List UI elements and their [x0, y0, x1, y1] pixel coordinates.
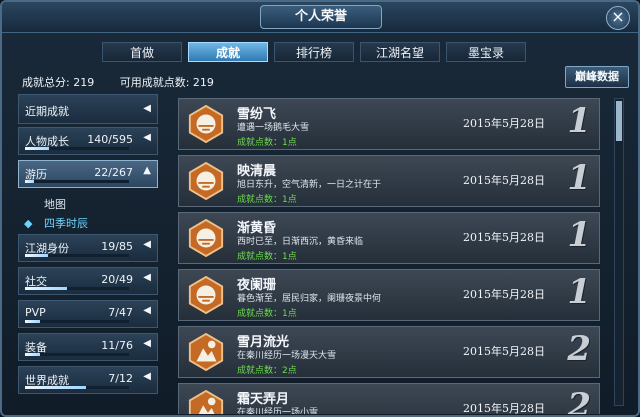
sidebar-item-recent[interactable]: 近期成就 ◀ — [18, 94, 158, 124]
honor-window: 个人荣誉 × 首做 成就 排行榜 江湖名望 墨宝录 成就总分: 219 可用成就… — [0, 0, 640, 417]
tier-number: 1 — [567, 272, 591, 312]
sidebar-item-pvp[interactable]: PVP 7/47 ◀ — [18, 300, 158, 328]
expand-arrow-icon: ◀ — [143, 371, 151, 382]
sidebar-item-count: 140/595 — [87, 133, 133, 146]
sidebar-item-count: 7/12 — [108, 372, 133, 385]
tier-number: 1 — [567, 215, 591, 255]
subcategory-seasons[interactable]: ◆ 四季时辰 — [24, 215, 88, 231]
tier-number: 1 — [567, 158, 591, 198]
achievement-desc: 在秦川经历一场漫天大雪 — [237, 351, 337, 361]
sidebar-item-count: 19/85 — [101, 240, 133, 253]
tab-calligraphy-record[interactable]: 墨宝录 — [446, 42, 526, 62]
tab-bar: 首做 成就 排行榜 江湖名望 墨宝录 — [102, 42, 526, 62]
achievement-date: 2015年5月28日 — [463, 402, 545, 414]
progress-bar — [25, 386, 129, 389]
achievement-card[interactable]: 夜阑珊 暮色渐至，居民归家，阑珊夜景中何 成就点数：1点 2015年5月28日 … — [178, 269, 600, 321]
sidebar-item-count: 20/49 — [101, 273, 133, 286]
available-points: 可用成就点数: 219 — [119, 76, 214, 89]
sunrise-weather-icon — [188, 162, 224, 200]
night-weather-icon — [188, 276, 224, 314]
tab-achievements[interactable]: 成就 — [188, 42, 268, 62]
total-score: 成就总分: 219 — [22, 76, 95, 89]
expand-arrow-icon: ◀ — [143, 103, 151, 114]
expand-arrow-icon: ◀ — [143, 239, 151, 250]
achievement-desc: 旭日东升，空气清新，一日之计在于 — [237, 180, 382, 190]
frost-moon-icon — [188, 390, 224, 414]
sidebar-item-equipment[interactable]: 装备 11/76 ◀ — [18, 333, 158, 361]
achievement-card[interactable]: 霜天弄月 在秦川经历一场小雪 2015年5月28日 2 — [178, 383, 600, 414]
sidebar-item-travel[interactable]: 游历 22/267 ▲ — [18, 160, 158, 188]
achievement-desc: 遭遇一场鹅毛大雪 — [237, 123, 310, 133]
list-scrollbar[interactable] — [614, 98, 624, 406]
peak-data-button[interactable]: 巅峰数据 — [565, 66, 629, 88]
achievement-desc: 在秦川经历一场小雪 — [237, 408, 319, 414]
tab-leaderboard[interactable]: 排行榜 — [274, 42, 354, 62]
subcategory-label: 四季时辰 — [43, 217, 88, 230]
achievement-date: 2015年5月28日 — [463, 117, 545, 130]
sidebar-item-social[interactable]: 社交 20/49 ◀ — [18, 267, 158, 295]
category-sidebar: 近期成就 ◀ 人物成长 140/595 ◀ 游历 22/267 ▲ 地图 ◆ 四… — [18, 94, 158, 410]
achievement-card[interactable]: 渐黄昏 西时已至，日渐西沉，黄昏来临 成就点数：1点 2015年5月28日 1 — [178, 212, 600, 264]
diamond-marker-icon: ◆ — [24, 217, 33, 230]
progress-bar — [25, 254, 129, 257]
achievement-desc: 暮色渐至，居民归家，阑珊夜景中何 — [237, 294, 382, 304]
snow-weather-icon — [188, 105, 224, 143]
achievement-date: 2015年5月28日 — [463, 174, 545, 187]
dusk-weather-icon — [188, 219, 224, 257]
sidebar-item-label: 近期成就 — [25, 105, 69, 118]
sidebar-item-world[interactable]: 世界成就 7/12 ◀ — [18, 366, 158, 394]
sidebar-item-growth[interactable]: 人物成长 140/595 ◀ — [18, 127, 158, 155]
title-bar[interactable]: 个人荣誉 × — [2, 2, 638, 33]
sidebar-item-identity[interactable]: 江湖身份 19/85 ◀ — [18, 234, 158, 262]
achievement-date: 2015年5月28日 — [463, 288, 545, 301]
achievement-points: 成就点数：2点 — [237, 366, 297, 376]
achievement-card[interactable]: 雪纷飞 遭遇一场鹅毛大雪 成就点数：1点 2015年5月28日 1 — [178, 98, 600, 150]
achievement-date: 2015年5月28日 — [463, 231, 545, 244]
tab-first-done[interactable]: 首做 — [102, 42, 182, 62]
achievement-totals: 成就总分: 219 可用成就点数: 219 — [22, 74, 236, 90]
achievement-card[interactable]: 映清晨 旭日东升，空气清新，一日之计在于 成就点数：1点 2015年5月28日 … — [178, 155, 600, 207]
expand-arrow-icon: ◀ — [143, 132, 151, 143]
expand-arrow-icon: ◀ — [143, 272, 151, 283]
sidebar-item-label: PVP — [25, 306, 46, 319]
expand-arrow-icon: ◀ — [143, 305, 151, 316]
achievement-card[interactable]: 雪月流光 在秦川经历一场漫天大雪 成就点数：2点 2015年5月28日 2 — [178, 326, 600, 378]
achievement-points: 成就点数：1点 — [237, 195, 297, 205]
progress-bar — [25, 353, 129, 356]
sidebar-item-count: 7/47 — [108, 306, 133, 319]
achievement-points: 成就点数：1点 — [237, 252, 297, 262]
sidebar-item-count: 22/267 — [94, 166, 133, 179]
progress-bar — [25, 147, 129, 150]
achievement-desc: 西时已至，日渐西沉，黄昏来临 — [237, 237, 364, 247]
window-title: 个人荣誉 — [260, 5, 382, 29]
achievement-points: 成就点数：1点 — [237, 309, 297, 319]
sidebar-item-count: 11/76 — [101, 339, 133, 352]
tier-number: 2 — [567, 329, 591, 369]
scrollbar-thumb[interactable] — [616, 101, 622, 141]
achievement-list[interactable]: 雪纷飞 遭遇一场鹅毛大雪 成就点数：1点 2015年5月28日 1 映清晨 旭日… — [172, 94, 612, 414]
expand-arrow-icon: ◀ — [143, 338, 151, 349]
progress-bar — [25, 180, 129, 183]
collapse-arrow-icon: ▲ — [143, 165, 151, 176]
progress-bar — [25, 287, 129, 290]
progress-bar — [25, 320, 129, 323]
achievement-points: 成就点数：1点 — [237, 138, 297, 148]
tab-jianghu-fame[interactable]: 江湖名望 — [360, 42, 440, 62]
close-button[interactable]: × — [606, 6, 630, 30]
tier-number: 2 — [567, 386, 591, 414]
subcategory-map[interactable]: 地图 — [44, 196, 66, 212]
snow-moon-icon — [188, 333, 224, 371]
achievement-date: 2015年5月28日 — [463, 345, 545, 358]
tier-number: 1 — [567, 101, 591, 141]
